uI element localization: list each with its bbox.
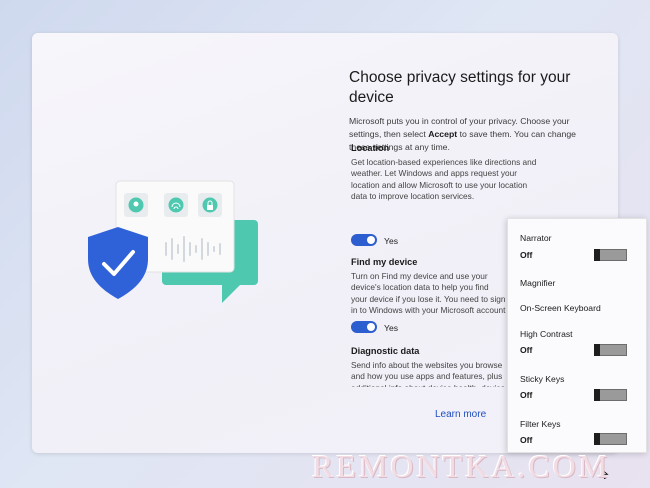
- location-pin-icon: [124, 193, 148, 217]
- location-toggle-state: Yes: [384, 236, 399, 246]
- diagnostic-data-description: Send info about the websites you browse …: [351, 360, 505, 387]
- find-my-device-description: Turn on Find my device and use your devi…: [351, 271, 506, 317]
- sticky-keys-toggle[interactable]: [594, 389, 627, 401]
- diagnostic-data-heading: Diagnostic data: [351, 346, 420, 356]
- find-my-device-toggle[interactable]: [351, 321, 377, 333]
- privacy-illustration: [88, 180, 258, 303]
- narrator-state: Off: [520, 250, 533, 260]
- learn-more-link[interactable]: Learn more: [435, 409, 486, 420]
- page-title: Choose privacy settings for your device: [349, 69, 571, 106]
- high-contrast-state: Off: [520, 345, 533, 355]
- high-contrast-toggle[interactable]: [594, 344, 627, 356]
- narrator-toggle[interactable]: [594, 249, 627, 261]
- lock-icon: [198, 193, 222, 217]
- filter-keys-toggle[interactable]: [594, 433, 627, 445]
- filter-keys-label: Filter Keys: [520, 419, 561, 429]
- fingerprint-icon: [164, 193, 188, 217]
- location-toggle[interactable]: [351, 234, 377, 246]
- watermark: REMONTKA.COM: [312, 448, 611, 484]
- magnifier-item[interactable]: Magnifier: [520, 278, 555, 288]
- shield-check-icon: [88, 227, 148, 299]
- narrator-label: Narrator: [520, 233, 552, 243]
- location-heading: Location: [351, 143, 390, 153]
- accessibility-panel: Narrator Off Magnifier On-Screen Keyboar…: [507, 218, 647, 453]
- location-description: Get location-based experiences like dire…: [351, 157, 537, 202]
- filter-keys-state: Off: [520, 435, 533, 445]
- sticky-keys-label: Sticky Keys: [520, 374, 565, 384]
- find-my-device-heading: Find my device: [351, 257, 418, 267]
- sticky-keys-state: Off: [520, 390, 533, 400]
- find-my-device-toggle-state: Yes: [384, 323, 399, 333]
- on-screen-keyboard-item[interactable]: On-Screen Keyboard: [520, 303, 601, 313]
- high-contrast-label: High Contrast: [520, 329, 573, 339]
